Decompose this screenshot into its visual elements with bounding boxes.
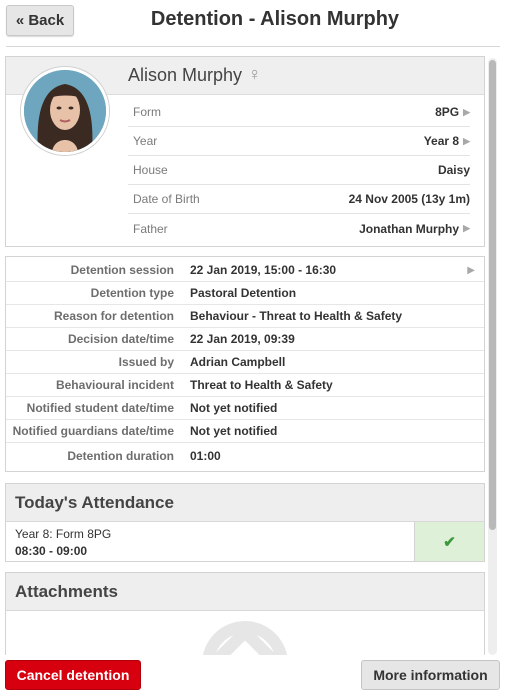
student-info-list: Form 8PG ▶ Year Year 8 ▶ House Daisy Date … [128, 98, 470, 243]
detail-row-reason: Reason for detention Behaviour - Threat … [6, 305, 484, 328]
chevron-right-icon: ▶ [463, 135, 470, 146]
detail-value: 01:00 [190, 449, 221, 463]
detail-row-session[interactable]: Detention session 22 Jan 2019, 15:00 - 1… [6, 259, 484, 282]
detail-value: Not yet notified [190, 424, 278, 438]
detail-row-notified-guardians: Notified guardians date/time Not yet not… [6, 420, 484, 443]
detail-row-type: Detention type Pastoral Detention [6, 282, 484, 305]
info-value-text: Daisy [437, 163, 470, 177]
attachments-section: Attachments [5, 572, 485, 667]
info-label: House [133, 163, 168, 177]
info-label: Year [133, 134, 158, 148]
cancel-detention-button[interactable]: Cancel detention [5, 660, 141, 690]
student-name: Alison Murphy [128, 65, 243, 85]
detail-value: 22 Jan 2019, 15:00 - 16:30 [190, 263, 337, 277]
info-value: Daisy [438, 163, 470, 177]
bottom-action-bar: Cancel detention More information [0, 655, 506, 695]
detention-details: Detention session 22 Jan 2019, 15:00 - 1… [5, 256, 485, 472]
info-label: Date of Birth [133, 192, 200, 206]
chevron-right-icon: ▶ [463, 223, 470, 233]
detail-value: Not yet notified [190, 401, 278, 415]
info-value: 8PG ▶ [435, 105, 470, 119]
detail-label: Detention session [70, 263, 174, 277]
avatar[interactable] [21, 67, 109, 155]
chevron-right-icon: ▶ [463, 106, 470, 117]
attachments-heading: Attachments [6, 573, 484, 611]
attendance-heading: Today's Attendance [6, 484, 484, 522]
detail-label: Notified student date/time [26, 401, 174, 415]
info-value-text: Jonathan Murphy [359, 221, 460, 236]
student-photo-icon [24, 70, 106, 152]
back-button[interactable]: « Back [6, 5, 74, 36]
info-label: Father [133, 221, 168, 236]
header-divider [6, 46, 500, 47]
info-row-year[interactable]: Year Year 8 ▶ [128, 127, 470, 156]
scrollbar-thumb[interactable] [489, 60, 496, 530]
detail-label: Reason for detention [53, 309, 174, 323]
more-information-button[interactable]: More information [361, 660, 500, 690]
detail-row-issued-by: Issued by Adrian Campbell [6, 351, 484, 374]
detail-value: Adrian Campbell [190, 355, 286, 369]
info-value-text: 24 Nov 2005 (13y 1m) [348, 192, 470, 206]
detail-row-decision: Decision date/time 22 Jan 2019, 09:39 [6, 328, 484, 351]
detail-row-duration: Detention duration 01:00 [6, 443, 484, 469]
info-row-father[interactable]: Father Jonathan Murphy ▶ [128, 214, 470, 243]
detail-label: Notified guardians date/time [12, 424, 174, 438]
detail-label: Detention duration [67, 449, 174, 463]
attendance-row[interactable]: Year 8: Form 8PG 08:30 - 09:00 ✔ [6, 522, 484, 561]
student-card: Alison Murphy ♀ Form 8PG ▶ Year Year 8 ▶ H… [5, 56, 485, 247]
detail-label: Behavioural incident [55, 378, 174, 392]
info-row-dob: Date of Birth 24 Nov 2005 (13y 1m) [128, 185, 470, 214]
info-value-text: Year 8 [423, 134, 460, 148]
detail-value: Threat to Health & Safety [190, 378, 333, 392]
info-row-house: House Daisy [128, 156, 470, 185]
top-bar: « Back Detention - Alison Murphy [0, 0, 506, 46]
female-icon: ♀ [248, 64, 262, 84]
scrollbar[interactable] [488, 58, 497, 655]
checkmark-icon: ✔ [414, 522, 484, 561]
detail-value: Behaviour - Threat to Health & Safety [190, 309, 403, 323]
info-row-form[interactable]: Form 8PG ▶ [128, 98, 470, 127]
detail-label: Issued by [118, 355, 174, 369]
page-title: Detention - Alison Murphy [150, 8, 400, 30]
attendance-session-time: 08:30 - 09:00 [15, 544, 88, 558]
info-value: Year 8 ▶ [424, 134, 470, 148]
attendance-session-label: Year 8: Form 8PG [15, 527, 112, 541]
info-label: Form [133, 105, 161, 119]
detail-label: Detention type [90, 286, 174, 300]
attendance-section: Today's Attendance Year 8: Form 8PG 08:3… [5, 483, 485, 562]
info-value: Jonathan Murphy ▶ [359, 222, 470, 236]
chevron-right-icon: ▶ [467, 264, 475, 276]
detail-label: Decision date/time [67, 332, 174, 346]
info-value: 24 Nov 2005 (13y 1m) [349, 192, 470, 206]
detail-row-notified-student: Notified student date/time Not yet notif… [6, 397, 484, 420]
detail-value: Pastoral Detention [190, 286, 297, 300]
info-value-text: 8PG [435, 105, 460, 119]
detail-value: 22 Jan 2019, 09:39 [190, 332, 295, 346]
detail-row-incident: Behavioural incident Threat to Health & … [6, 374, 484, 397]
main-content: Alison Murphy ♀ Form 8PG ▶ Year Year 8 ▶ H… [5, 56, 485, 667]
